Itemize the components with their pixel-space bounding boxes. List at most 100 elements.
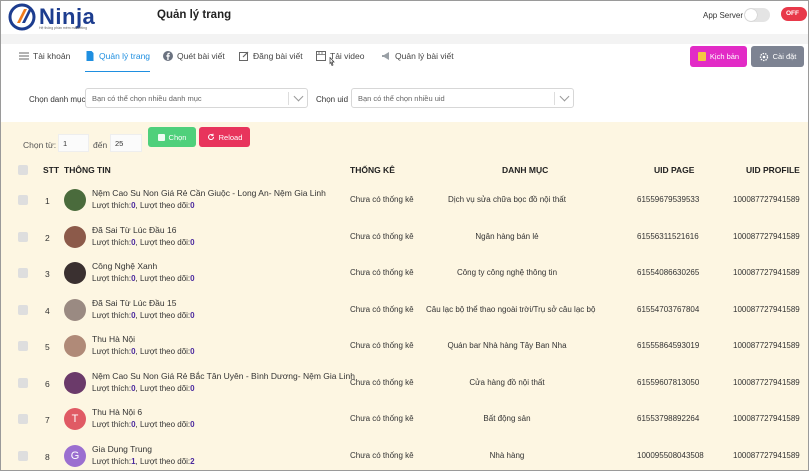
row-checkbox[interactable] [18, 451, 28, 461]
follow-count: 0 [190, 311, 195, 320]
script-icon [697, 52, 706, 61]
tab-publish-posts[interactable]: Đăng bài viết [239, 51, 303, 69]
follow-label: Lượt theo dõi: [139, 457, 191, 466]
gear-icon [759, 52, 768, 61]
row-checkbox[interactable] [18, 378, 28, 388]
like-label: Lượt thích: [92, 274, 132, 283]
tab-accounts[interactable]: Tài khoản [19, 51, 70, 69]
table-row[interactable]: 7 T Thu Hà Nội 6 Lượt thích:0, Lượt theo… [1, 401, 808, 437]
page-name[interactable]: Gia Dụng Trung [92, 444, 152, 454]
page-metrics: Lượt thích:0, Lượt theo dõi:0 [92, 384, 195, 393]
like-label: Lượt thích: [92, 384, 132, 393]
select-button[interactable]: Chọn [148, 127, 196, 147]
range-from-input[interactable]: 1 [58, 134, 89, 152]
follow-count: 0 [190, 238, 195, 247]
page-name[interactable]: Nệm Cao Su Non Giá Rẻ Bắc Tân Uyên - Bìn… [92, 371, 355, 381]
settings-button[interactable]: Cài đặt [751, 46, 804, 67]
uid-profile-cell: 100087727941589 [733, 378, 800, 387]
table-row[interactable]: 3 Công Nghệ Xanh Lượt thích:0, Lượt theo… [1, 255, 808, 291]
reload-button-label: Reload [218, 132, 243, 142]
avatar: G [64, 445, 86, 467]
like-count: 0 [131, 347, 136, 356]
page-name[interactable]: Thu Hà Nội 6 [92, 407, 142, 417]
top-header: Ninja Hệ thống phần mềm marketing Quản l… [1, 1, 808, 34]
category-filter-label: Chọn danh mục : [29, 95, 90, 104]
avatar [64, 372, 86, 394]
table-row[interactable]: 4 Đã Sai Từ Lúc Đầu 15 Lượt thích:0, Lượ… [1, 292, 808, 328]
category-cell: Bất động sản [483, 414, 531, 423]
tab-scan-posts[interactable]: Quét bài viết [163, 51, 225, 69]
settings-button-label: Cài đặt [772, 52, 797, 61]
table-row[interactable]: 8 G Gia Dụng Trung Lượt thích:1, Lượt th… [1, 438, 808, 470]
edit-icon [239, 51, 249, 61]
list-icon [19, 52, 29, 60]
logo-tagline: Hệ thống phần mềm marketing [39, 26, 88, 30]
row-stt: 3 [45, 269, 50, 279]
page-name[interactable]: Thu Hà Nội [92, 334, 135, 344]
category-cell: Nhà hàng [489, 451, 525, 460]
avatar [64, 299, 86, 321]
page-metrics: Lượt thích:0, Lượt theo dõi:0 [92, 420, 195, 429]
category-cell: Ngân hàng bán lẻ [475, 232, 539, 241]
row-checkbox[interactable] [18, 268, 28, 278]
range-to-input[interactable]: 25 [110, 134, 142, 152]
row-stt: 6 [45, 379, 50, 389]
row-checkbox[interactable] [18, 341, 28, 351]
row-checkbox[interactable] [18, 414, 28, 424]
row-stt: 8 [45, 452, 50, 462]
script-button[interactable]: Kịch bản [690, 46, 747, 67]
uid-profile-cell: 100087727941589 [733, 268, 800, 277]
filter-bar: Chọn danh mục : Bạn có thể chọn nhiều da… [1, 74, 808, 122]
page-metrics: Lượt thích:0, Lượt theo dõi:0 [92, 238, 195, 247]
app-server-toggle[interactable] [744, 8, 770, 22]
like-count: 0 [131, 420, 136, 429]
tab-bar: Tài khoản Quản lý trang Quét bài viết Đă… [1, 44, 808, 74]
table-row[interactable]: 2 Đã Sai Từ Lúc Đầu 16 Lượt thích:0, Lượ… [1, 219, 808, 255]
like-count: 0 [131, 238, 136, 247]
stats-cell: Chưa có thống kê [350, 195, 414, 204]
tab-manage-posts[interactable]: Quản lý bài viết [381, 51, 454, 69]
select-all-checkbox[interactable] [18, 165, 28, 175]
tab-label: Quét bài viết [177, 51, 225, 61]
stats-cell: Chưa có thống kê [350, 414, 414, 423]
row-stt: 2 [45, 233, 50, 243]
page-name[interactable]: Nệm Cao Su Non Giá Rẻ Cần Giuộc - Long A… [92, 188, 326, 198]
follow-count: 0 [190, 384, 195, 393]
tab-page-management[interactable]: Quản lý trang [85, 51, 151, 72]
row-checkbox[interactable] [18, 305, 28, 315]
follow-count: 2 [190, 457, 195, 466]
follow-label: Lượt theo dõi: [139, 201, 191, 210]
table-row[interactable]: 1 Nệm Cao Su Non Giá Rẻ Cần Giuộc - Long… [1, 182, 808, 218]
uid-page-cell: 61559679539533 [637, 195, 700, 204]
category-select[interactable]: Bạn có thể chọn nhiều danh mục [85, 88, 308, 108]
page-metrics: Lượt thích:1, Lượt theo dõi:2 [92, 457, 195, 466]
tab-label: Quản lý bài viết [395, 51, 454, 61]
page-name[interactable]: Đã Sai Từ Lúc Đầu 15 [92, 298, 176, 308]
row-checkbox[interactable] [18, 195, 28, 205]
table-row[interactable]: 5 Thu Hà Nội Lượt thích:0, Lượt theo dõi… [1, 328, 808, 364]
uid-filter-label: Chọn uid : [316, 95, 353, 104]
category-cell: Quán bar Nhà hàng Tây Ban Nha [447, 341, 567, 350]
column-header-category: DANH MỤC [502, 165, 549, 175]
table-row[interactable]: 6 Nệm Cao Su Non Giá Rẻ Bắc Tân Uyên - B… [1, 365, 808, 401]
tab-download-video[interactable]: Tải video [316, 51, 365, 69]
script-button-label: Kịch bản [709, 52, 740, 61]
row-stt: 5 [45, 342, 50, 352]
tab-label: Quản lý trang [99, 51, 151, 61]
uid-select-placeholder: Bạn có thể chọn nhiều uid [358, 94, 445, 103]
page-metrics: Lượt thích:0, Lượt theo dõi:0 [92, 347, 195, 356]
follow-label: Lượt theo dõi: [139, 384, 191, 393]
like-label: Lượt thích: [92, 201, 132, 210]
row-checkbox[interactable] [18, 232, 28, 242]
off-toggle[interactable]: OFF [781, 7, 807, 21]
uid-select[interactable]: Bạn có thể chọn nhiều uid [351, 88, 574, 108]
ninja-logo[interactable]: Ninja Hệ thống phần mềm marketing [8, 3, 100, 31]
follow-label: Lượt theo dõi: [139, 347, 191, 356]
column-header-uid-profile: UID PROFILE [746, 165, 800, 175]
uid-page-cell: 61559607813050 [637, 378, 700, 387]
uid-profile-cell: 100087727941589 [733, 232, 800, 241]
page-name[interactable]: Đã Sai Từ Lúc Đầu 16 [92, 225, 176, 235]
reload-button[interactable]: Reload [199, 127, 250, 147]
stats-cell: Chưa có thống kê [350, 305, 414, 314]
page-name[interactable]: Công Nghệ Xanh [92, 261, 157, 271]
